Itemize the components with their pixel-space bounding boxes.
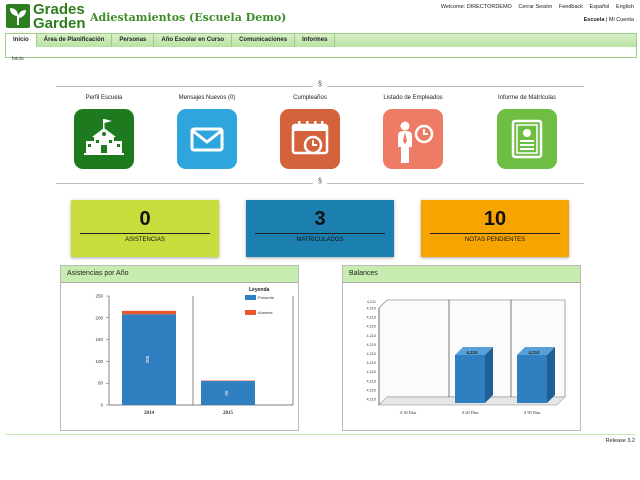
logo-text-garden: Garden [33,15,86,32]
bar-data-label: 4,210 [528,350,540,355]
certificate-icon[interactable] [497,109,557,169]
shortcut-enrollment-report[interactable]: Informe de Matrículas [477,95,577,169]
nav-inicio[interactable]: Inicio [6,34,37,47]
nav-comunicaciones[interactable]: Comunicaciones [232,34,296,47]
y-tick-label: 4,210 [366,388,376,392]
school-links: Escuela | Mi Cuenta [584,17,634,23]
nav-ano-escolar[interactable]: Año Escolar en Curso [154,34,233,47]
footer-divider [5,434,635,435]
attendance-count: 0 [139,208,151,230]
sub-nav: Inicio [5,47,637,62]
bar-side-2 [547,347,555,403]
main-nav: Inicio Área de Planificación Personas Añ… [5,33,637,48]
y-tick-label: 150 [95,337,103,342]
calendar-clock-icon[interactable] [280,109,340,169]
y-tick-label-top: 4,211 [367,300,376,304]
shortcut-label: Mensajes Nuevos (0) [178,95,236,101]
employee-clock-icon[interactable] [383,109,443,169]
y-tick-label: 4,210 [366,334,376,338]
mail-icon[interactable] [177,109,237,169]
legend-label: Ausente [258,310,273,315]
y-tick-label: 250 [95,294,103,299]
nav-area-planificacion[interactable]: Área de Planificación [37,34,113,47]
y-tick-label: 4,210 [366,352,376,356]
link-separator: | [605,17,608,23]
legend-swatch-ausente [245,310,256,315]
x-tick-label: A 30 Días [400,410,417,415]
subnav-inicio[interactable]: Inicio [12,56,24,62]
shortcut-employee-list[interactable]: Listado de Empleados [363,95,463,169]
enrolled-count: 3 [314,208,326,230]
x-tick-label: A 90 Días [524,410,541,415]
welcome-text: Welcome: DIRECTORDEMO [440,4,512,10]
grades-garden-logo[interactable]: Grades Garden [6,1,86,32]
shortcut-new-messages[interactable]: Mensajes Nuevos (0) [157,95,257,169]
attendance-chart: 0 50 100 150 200 250 208 2014 55 2015 Leyenda Prese… [95,287,294,416]
x-tick-label: A 60 Días [462,410,479,415]
shortcut-school-profile[interactable]: Perfil Escuela [54,95,154,169]
shortcut-label: Perfil Escuela [85,95,123,101]
header: Grades Garden Adiestamientos (Escuela De… [0,0,640,32]
card-enrolled[interactable]: 3 MATRICULADOS [246,200,394,257]
bar-data-label: 208 [145,355,150,363]
card-attendance[interactable]: 0 ASISTENCIAS [71,200,219,257]
y-tick-label: 50 [98,381,104,386]
bar-front-1 [455,355,485,403]
feedback-link[interactable]: Feedback [559,4,583,10]
legend-label: Presente [258,295,275,300]
card-pending-grades[interactable]: 10 NOTAS PENDIENTES [421,200,569,257]
spanish-link[interactable]: Español [590,4,610,10]
y-tick-label: 200 [95,315,103,320]
shortcut-label: Cumpleaños [293,95,327,101]
card-divider [430,233,560,234]
english-link[interactable]: English [616,4,634,10]
top-links: Welcome: DIRECTORDEMO Cerrar Sesión Feed… [436,4,634,10]
page-title: Adiestamientos (Escuela Demo) [90,11,287,24]
y-tick-label: 4,210 [366,361,376,365]
bar-front-2 [517,355,547,403]
x-tick-label: 2014 [144,411,155,416]
y-tick-label: 4,210 [366,379,376,383]
my-account-link[interactable]: Mi Cuenta [609,17,634,23]
pending-grades-count: 10 [483,208,507,230]
section-mark-top: § [313,81,327,88]
y-tick-label: 0 [100,403,103,408]
legend-swatch-presente [245,295,256,300]
bar-data-label: 55 [224,390,229,396]
y-tick-label: 100 [95,359,103,364]
balances-chart: 4,210 4,210 4,210 4,210 4,210 4,210 4,210 4,210… [366,299,566,415]
y-tick-label: 4,210 [366,370,376,374]
attendance-label: ASISTENCIAS [125,237,165,243]
logout-link[interactable]: Cerrar Sesión [518,4,552,10]
x-tick-label: 2015 [223,411,234,416]
pending-grades-label: NOTAS PENDIENTES [464,237,526,243]
y-tick-label: 4,210 [366,325,376,329]
card-divider [80,233,210,234]
shortcut-label: Informe de Matrículas [497,95,557,101]
bar-data-label: 4,210 [466,350,478,355]
card-divider [255,233,385,234]
shortcut-label: Listado de Empleados [383,95,443,101]
section-mark-middle: § [313,178,327,185]
school-icon[interactable] [74,109,134,169]
nav-informes[interactable]: Informes [295,34,336,47]
legend-title: Leyenda [249,287,270,293]
y-tick-label: 4,210 [366,307,376,311]
release-version: Release 3.2 [605,438,635,444]
leaf-logo-icon [6,4,30,28]
balances-panel: Balances 4,210 4,210 4,210 4,210 4,210 4,210 4… [342,265,581,431]
y-tick-label: 4,210 [366,398,376,402]
bar-side-1 [485,347,493,403]
shortcut-birthdays[interactable]: Cumpleaños [260,95,360,169]
nav-personas[interactable]: Personas [112,34,155,47]
bar-ausente-2014 [122,310,176,315]
attendance-panel: Asistencias por Año 0 50 100 150 200 250 208 20… [60,265,299,431]
school-link[interactable]: Escuela [584,17,605,23]
balances-panel-title: Balances [343,266,580,283]
y-tick-label: 4,210 [366,343,376,347]
attendance-panel-title: Asistencias por Año [61,266,298,283]
enrolled-label: MATRICULADOS [296,237,344,243]
y-tick-label: 4,210 [366,316,376,320]
